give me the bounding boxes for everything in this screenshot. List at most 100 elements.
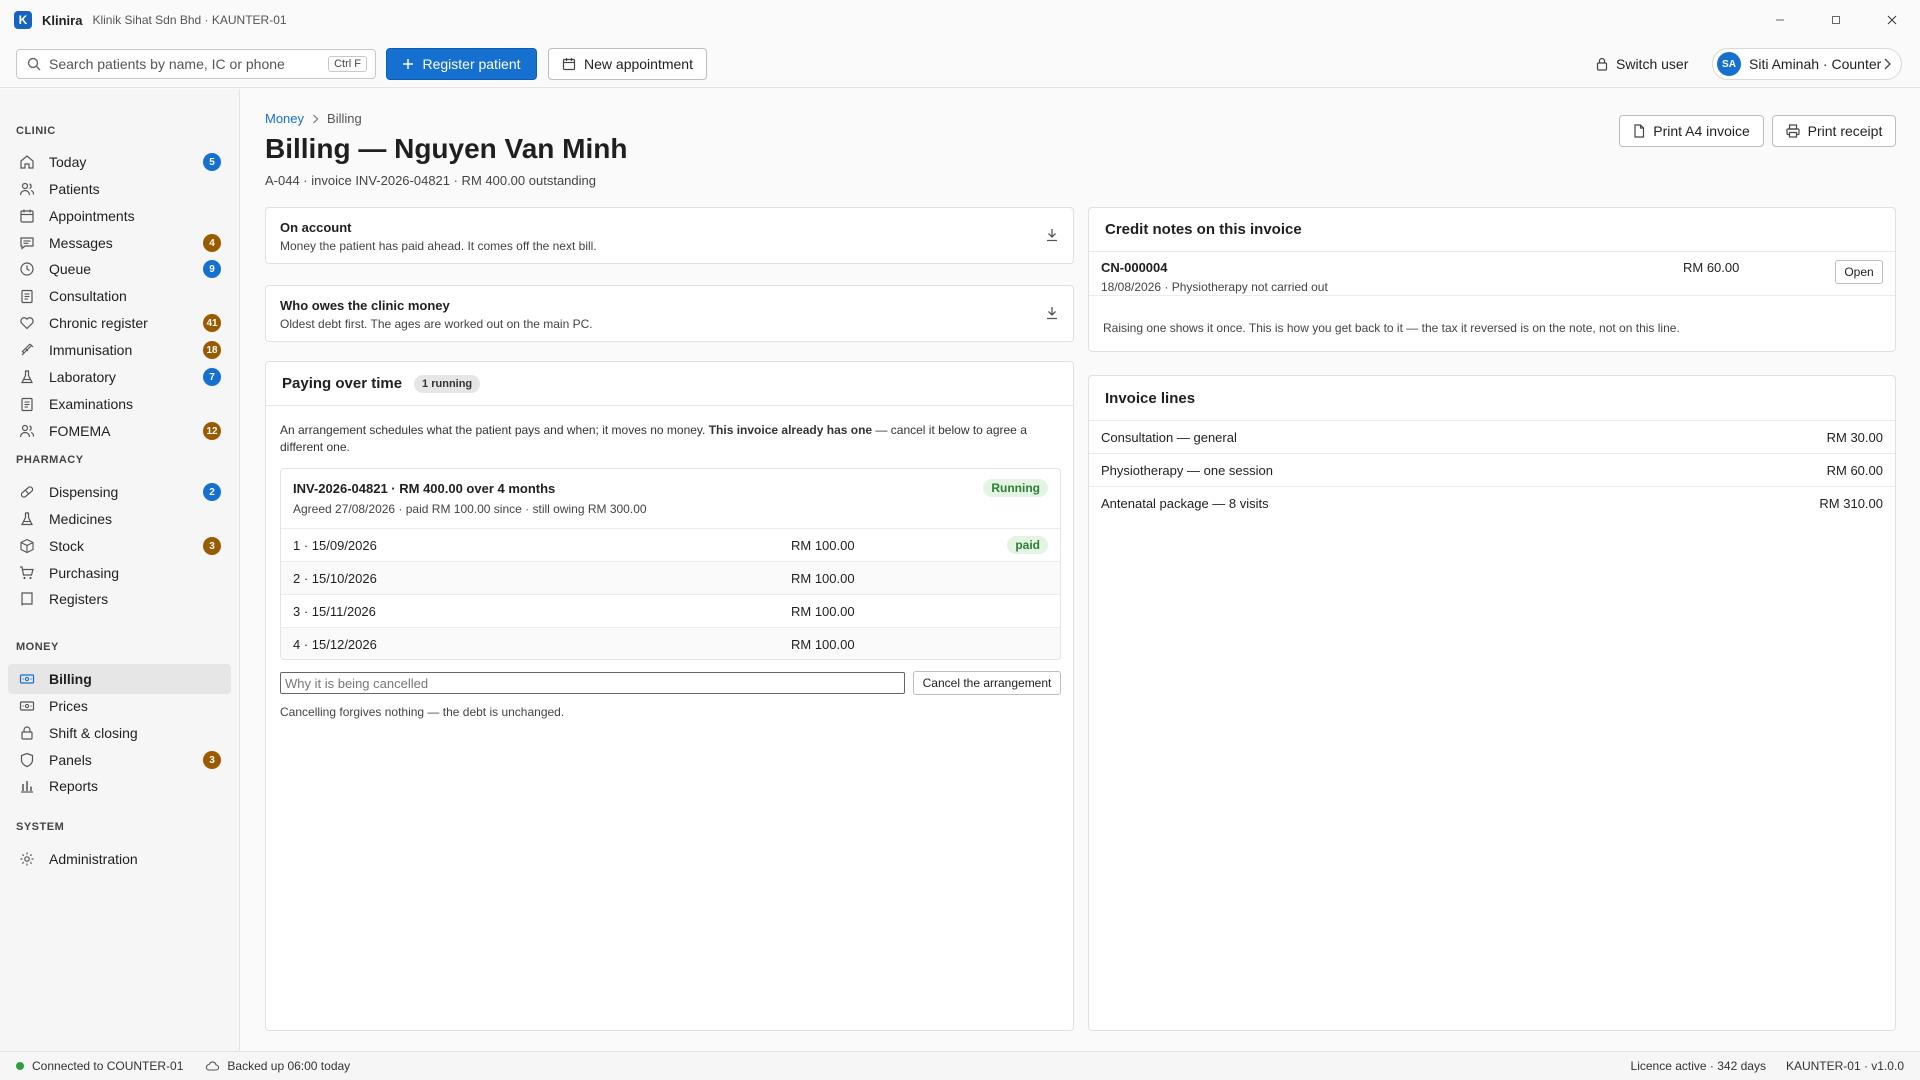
sidebar-item-label: Appointments (49, 208, 135, 224)
sidebar: CLINIC Today 5 Patients Appointments Messages… (0, 89, 240, 1051)
invoice-line-row: Physiotherapy — one session RM 60.00 (1089, 453, 1895, 486)
card-icon (19, 701, 35, 711)
count-badge: 4 (203, 234, 221, 252)
sidebar-item-label: Panels (49, 752, 92, 768)
main-content: Money Billing Billing — Nguyen Van Minh … (241, 89, 1920, 1051)
sidebar-item-label: Medicines (49, 511, 113, 527)
sidebar-item-label: Patients (49, 181, 100, 197)
connection-status: Connected to COUNTER-01 (32, 1059, 184, 1073)
download-icon[interactable] (1045, 306, 1059, 320)
syringe-icon (21, 343, 34, 356)
sidebar-item-label: Examinations (49, 396, 134, 412)
credit-note-detail: 18/08/2026 · Physiotherapy not carried o… (1101, 280, 1328, 294)
paying-over-time-card: Paying over time 1 running An arrangemen… (265, 361, 1074, 1031)
maximize-icon (1832, 16, 1840, 24)
sidebar-item-label: Administration (49, 851, 138, 867)
sidebar-item-label: Registers (49, 591, 109, 607)
calendar-icon (20, 209, 34, 223)
credit-note-amount: RM 60.00 (1683, 260, 1740, 275)
installment-amount: RM 100.00 (791, 537, 855, 553)
paying-over-time-header: Paying over time 1 running (266, 362, 1073, 406)
sidebar-item-shift-and-closing[interactable]: Shift & closing (8, 718, 231, 748)
connection-status-icon (16, 1062, 24, 1070)
sidebar-item-patients[interactable]: Patients (8, 174, 231, 204)
patient-search: Ctrl F (16, 49, 376, 79)
credit-notes-title: Credit notes on this invoice (1105, 221, 1302, 238)
sidebar-item-registers[interactable]: Registers (8, 584, 231, 614)
box-icon (20, 538, 34, 554)
status-badge: paid (1007, 536, 1048, 554)
sidebar-item-billing[interactable]: Billing (8, 664, 231, 694)
window-controls (1752, 0, 1920, 40)
plan-subtitle: Agreed 27/08/2026 · paid RM 100.00 since… (293, 502, 647, 516)
sidebar-item-appointments[interactable]: Appointments (8, 201, 231, 231)
register-patient-button[interactable]: Register patient (386, 48, 537, 80)
title-bar: K Klinira Klinik Sihat Sdn Bhd · KAUNTER… (0, 0, 1920, 40)
status-right: Licence active · 342 days KAUNTER-01 · v… (1631, 1059, 1904, 1073)
on-account-card[interactable]: On account Money the patient has paid ah… (265, 207, 1074, 264)
breadcrumb: Money Billing (265, 111, 362, 126)
minimize-button[interactable] (1752, 0, 1808, 40)
sidebar-item-label: Billing (49, 671, 92, 687)
breadcrumb-link-money[interactable]: Money (265, 111, 304, 126)
sidebar-item-laboratory[interactable]: Laboratory 7 (8, 362, 231, 392)
print-receipt-button[interactable]: Print receipt (1772, 115, 1896, 147)
sidebar-item-label: Messages (49, 235, 113, 251)
search-input[interactable] (49, 56, 329, 72)
sidebar-item-administration[interactable]: Administration (8, 844, 231, 874)
sidebar-item-immunisation[interactable]: Immunisation 18 (8, 335, 231, 365)
status-bar: Connected to COUNTER-01 Backed up 06:00 … (0, 1051, 1920, 1080)
avatar: SA (1717, 52, 1741, 76)
maximize-button[interactable] (1808, 0, 1864, 40)
sidebar-item-label: Shift & closing (49, 725, 138, 741)
sidebar-item-fomema[interactable]: FOMEMA 12 (8, 416, 231, 446)
invoice-lines-title: Invoice lines (1105, 389, 1196, 407)
sidebar-item-dispensing[interactable]: Dispensing 2 (8, 477, 231, 507)
sidebar-section-money: MONEY (16, 641, 59, 653)
open-credit-note-button[interactable]: Open (1835, 260, 1883, 284)
intro-text-a: An arrangement schedules what the patien… (280, 423, 709, 437)
sidebar-item-queue[interactable]: Queue 9 (8, 254, 231, 284)
shield-icon (20, 752, 34, 768)
flask-icon (21, 370, 33, 384)
sidebar-item-reports[interactable]: Reports (8, 771, 231, 801)
status-badge: Running (983, 479, 1048, 497)
sidebar-item-stock[interactable]: Stock 3 (8, 531, 231, 561)
cancel-reason-input[interactable] (280, 672, 905, 694)
switch-user-button[interactable]: Switch user (1596, 48, 1688, 80)
credit-note-row: CN-000004 18/08/2026 · Physiotherapy not… (1089, 252, 1895, 296)
user-label: Siti Aminah · Counter (1749, 56, 1882, 72)
print-receipt-label: Print receipt (1807, 123, 1883, 139)
installment-row: 1 · 15/09/2026 RM 100.00 paid (281, 528, 1060, 561)
invoice-line-amount: RM 310.00 (1819, 495, 1883, 511)
cancel-arrangement-button[interactable]: Cancel the arrangement (913, 671, 1061, 695)
sidebar-item-examinations[interactable]: Examinations (8, 389, 231, 419)
installment-amount: RM 100.00 (791, 570, 855, 586)
paying-over-time-title: Paying over time (282, 375, 403, 392)
users-icon (19, 424, 35, 438)
print-a4-invoice-button[interactable]: Print A4 invoice (1619, 115, 1764, 147)
sidebar-section-clinic: CLINIC (16, 125, 56, 137)
sidebar-item-medicines[interactable]: Medicines (8, 504, 231, 534)
home-icon (20, 155, 34, 169)
sidebar-item-consultation[interactable]: Consultation (8, 281, 231, 311)
chevron-right-icon (1884, 58, 1891, 70)
sidebar-item-today[interactable]: Today 5 (8, 147, 231, 177)
sidebar-item-label: Consultation (49, 288, 127, 304)
sidebar-item-label: Immunisation (49, 342, 133, 358)
sidebar-item-prices[interactable]: Prices (8, 691, 231, 721)
invoice-lines-card: Invoice lines Consultation — general RM 3… (1088, 375, 1896, 1031)
message-icon (20, 237, 34, 250)
sidebar-item-chronic-register[interactable]: Chronic register 41 (8, 308, 231, 338)
new-appointment-button[interactable]: New appointment (548, 48, 707, 80)
close-window-button[interactable] (1864, 0, 1920, 40)
sidebar-item-label: Dispensing (49, 484, 119, 500)
who-owes-card[interactable]: Who owes the clinic money Oldest debt fi… (265, 285, 1074, 342)
credit-notes-note: Raising one shows it once. This is how y… (1103, 321, 1680, 335)
window-subtitle: Klinik Sihat Sdn Bhd · KAUNTER-01 (92, 13, 287, 27)
user-menu[interactable]: SA Siti Aminah · Counter (1712, 48, 1902, 80)
installment-label: 2 · 15/10/2026 (293, 570, 377, 586)
download-icon[interactable] (1045, 228, 1059, 242)
backup-status: Backed up 06:00 today (227, 1059, 351, 1073)
intro-text-bold: This invoice already has one (708, 423, 873, 437)
